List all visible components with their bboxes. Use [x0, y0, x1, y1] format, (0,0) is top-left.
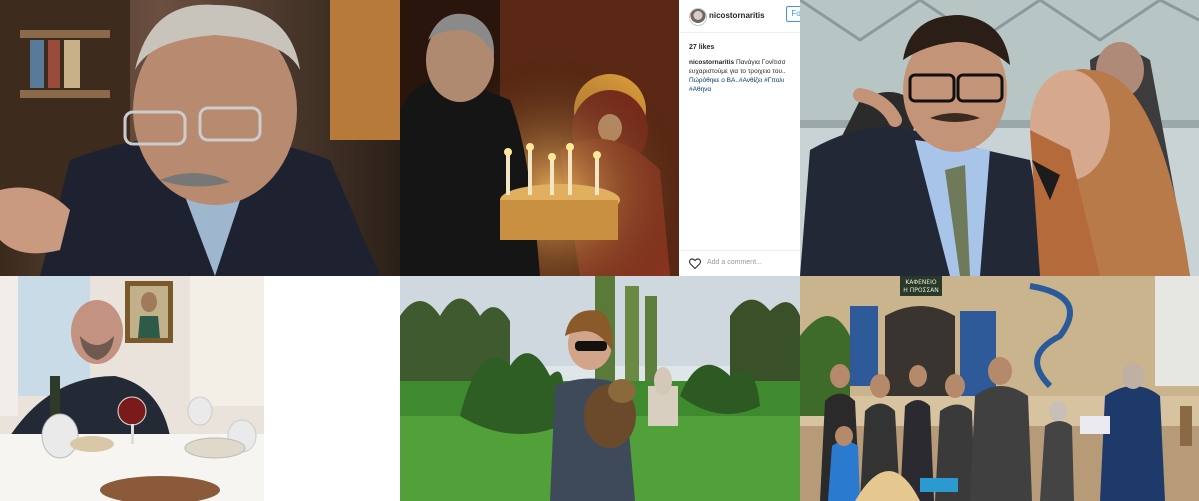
caption-line: nicostornaritis Πανάγια Γονίτισσ — [689, 58, 800, 67]
instagram-username[interactable]: nicostornaritis — [709, 11, 765, 20]
header-divider — [679, 32, 800, 33]
photo-man-woman — [800, 0, 1199, 276]
photo-candles-icon — [400, 0, 679, 276]
svg-text:ΚΑΦΕΝΕΙΟ: ΚΑΦΕΝΕΙΟ — [905, 279, 937, 286]
post-caption: nicostornaritis Πανάγια Γονίτισσ ευχαρισ… — [689, 58, 800, 94]
caption-user[interactable]: nicostornaritis — [689, 59, 734, 66]
caption-hashtag[interactable]: #Αθηνα — [689, 85, 800, 94]
likes-count[interactable]: 27 likes — [689, 44, 714, 51]
caption-text: Πανάγια Γονίτισσ — [734, 59, 786, 66]
svg-text:Η ΠΡΟΣΣΑΝ: Η ΠΡΟΣΣΑΝ — [903, 287, 938, 294]
comment-input[interactable]: Add a comment... — [707, 259, 762, 266]
photo-man-glasses — [0, 0, 400, 276]
caption-hashtags[interactable]: Πώρόθηκε ο ΒΑ..#Ανθίζει #Γπολι — [689, 76, 800, 85]
instagram-post-panel: nicostornaritis Fo 27 likes nicostornari… — [679, 0, 800, 276]
heart-icon[interactable] — [689, 258, 701, 269]
photo-woman-dog-garden — [400, 276, 800, 501]
photo-dinner-table — [0, 276, 264, 501]
follow-button[interactable]: Fo — [786, 6, 800, 22]
profile-avatar[interactable] — [689, 8, 707, 26]
photo-coffee-shop: ΚΑΦΕΝΕΙΟ Η ΠΡΟΣΣΑΝ — [800, 276, 1199, 501]
caption-line: ευχαριστούμε για το τροιχειο του.. — [689, 68, 786, 75]
footer-divider — [679, 250, 800, 251]
